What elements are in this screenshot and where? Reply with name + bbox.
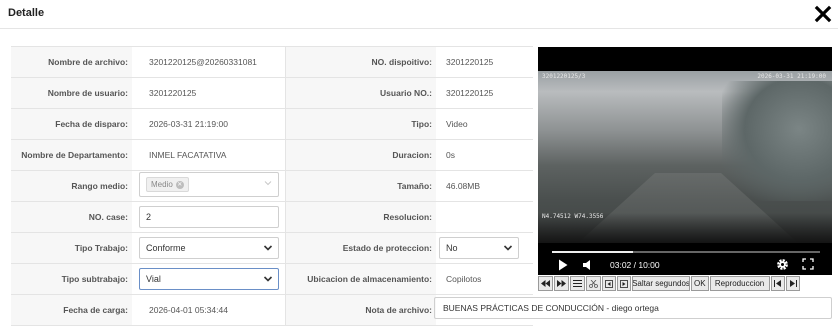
duracion-label: Duracion:	[285, 140, 436, 170]
tipo-label: Tipo:	[285, 109, 436, 139]
tamano-label: Tamaño:	[285, 171, 436, 201]
rango-medio-tag-label: Medio	[151, 180, 173, 189]
tipo-value: Video	[446, 119, 468, 129]
resolucion-label: Resolucion:	[285, 202, 436, 232]
skip-seconds-button[interactable]: Saltar segundos	[632, 276, 690, 291]
nombre-departamento-label: Nombre de Departamento:	[11, 140, 132, 170]
fecha-disparo-label: Fecha de disparo:	[11, 109, 132, 139]
estado-proteccion-value: No	[446, 243, 458, 253]
ubicacion-label: Ubicacion de almacenamiento:	[285, 264, 436, 294]
tipo-subtrabajo-select[interactable]: Vial	[139, 268, 279, 290]
close-icon[interactable]	[814, 5, 832, 23]
nombre-departamento-value: INMEL FACATATIVA	[149, 150, 227, 160]
form-row: Tipo subtrabajo: Vial Ubicacion de almac…	[11, 264, 533, 295]
estado-proteccion-label: Estado de proteccion:	[285, 233, 436, 263]
play-icon[interactable]	[558, 259, 568, 271]
volume-icon[interactable]	[582, 259, 594, 271]
form-row: Tipo Trabajo: Conforme Estado de protecc…	[11, 233, 533, 264]
rango-medio-select[interactable]: Medio ✕	[139, 172, 279, 197]
frame-forward-icon[interactable]	[617, 276, 631, 291]
rango-medio-tag: Medio ✕	[146, 177, 189, 192]
duracion-value: 0s	[446, 150, 455, 160]
no-dispositivo-value: 3201220125	[446, 57, 494, 67]
fecha-disparo-value: 2026-03-31 21:19:00	[149, 119, 228, 129]
chevron-down-icon	[503, 245, 513, 251]
nota-archivo-label: Nota de archivo:	[285, 295, 436, 325]
resolucion-value	[436, 202, 533, 232]
skip-end-icon[interactable]	[785, 276, 800, 291]
settings-gear-icon[interactable]	[776, 258, 789, 270]
osd-coordinates: N4.74512 W74.3556	[542, 213, 604, 220]
dialog-header: Detalle	[0, 0, 838, 29]
chevron-down-icon	[264, 181, 272, 186]
ok-button[interactable]: OK	[691, 276, 709, 291]
form-row: Fecha de disparo: 2026-03-31 21:19:00 Ti…	[11, 109, 533, 140]
chevron-down-icon	[263, 245, 273, 251]
estado-proteccion-select[interactable]: No	[439, 237, 519, 259]
tipo-subtrabajo-value: Vial	[146, 274, 161, 284]
list-icon[interactable]	[570, 276, 585, 291]
tag-remove-icon[interactable]: ✕	[175, 180, 184, 189]
fecha-carga-value: 2026-04-01 05:34:44	[149, 305, 228, 315]
nombre-usuario-value: 3201220125	[149, 88, 197, 98]
chevron-down-icon	[263, 276, 273, 282]
form-row: Nombre de usuario: 3201220125 Usuario NO…	[11, 78, 533, 109]
seek-bar[interactable]	[552, 251, 820, 253]
skip-start-icon[interactable]	[770, 276, 785, 291]
tipo-trabajo-value: Conforme	[146, 243, 186, 253]
form-row: Nombre de Departamento: INMEL FACATATIVA…	[11, 140, 533, 171]
playback-time: 03:02 / 10:00	[610, 260, 660, 270]
cut-icon[interactable]	[586, 276, 601, 291]
detail-form: Nombre de archivo: 3201220125@2026033108…	[11, 46, 533, 326]
tamano-value: 46.08MB	[446, 181, 481, 191]
nombre-archivo-label: Nombre de archivo:	[11, 47, 132, 77]
osd-device-id: 3201220125/3	[542, 73, 586, 80]
form-row: NO. case: 2 Resolucion:	[11, 202, 533, 233]
tipo-trabajo-label: Tipo Trabajo:	[11, 233, 132, 263]
nombre-usuario-label: Nombre de usuario:	[11, 78, 132, 108]
video-controls: 03:02 / 10:00	[538, 247, 832, 275]
rango-medio-label: Rango medio:	[11, 171, 132, 201]
playback-mode-button[interactable]: Reproduccion	[709, 276, 770, 291]
nota-archivo-input[interactable]: BUENAS PRÁCTICAS DE CONDUCCIÓN - diego o…	[434, 297, 832, 319]
rewind-icon[interactable]	[538, 276, 553, 291]
ubicacion-value: Copilotos	[446, 274, 482, 284]
osd-timestamp: 2026-03-31 21:19:00	[757, 73, 826, 80]
no-case-label: NO. case:	[11, 202, 132, 232]
frame-back-icon[interactable]	[602, 276, 616, 291]
seek-bar-fill	[552, 251, 634, 253]
form-row: Nombre de archivo: 3201220125@2026033108…	[11, 47, 533, 78]
nombre-archivo-value: 3201220125@20260331081	[149, 57, 257, 67]
no-dispositivo-label: NO. dispoitivo:	[285, 47, 436, 77]
tipo-subtrabajo-label: Tipo subtrabajo:	[11, 264, 132, 294]
video-player[interactable]: 3201220125/3 2026-03-31 21:19:00 N4.7451…	[538, 47, 832, 275]
fullscreen-icon[interactable]	[802, 258, 814, 270]
tipo-trabajo-select[interactable]: Conforme	[139, 237, 279, 259]
no-case-input[interactable]: 2	[139, 206, 279, 228]
fast-forward-icon[interactable]	[554, 276, 569, 291]
fecha-carga-label: Fecha de carga:	[11, 295, 132, 325]
playback-toolbar: Saltar segundos OK Reproduccion	[538, 275, 832, 292]
usuario-no-label: Usuario NO.:	[285, 78, 436, 108]
usuario-no-value: 3201220125	[446, 88, 494, 98]
form-row: Rango medio: Medio ✕ Tamaño: 46.08MB	[11, 171, 533, 202]
dialog-title: Detalle	[8, 7, 45, 19]
